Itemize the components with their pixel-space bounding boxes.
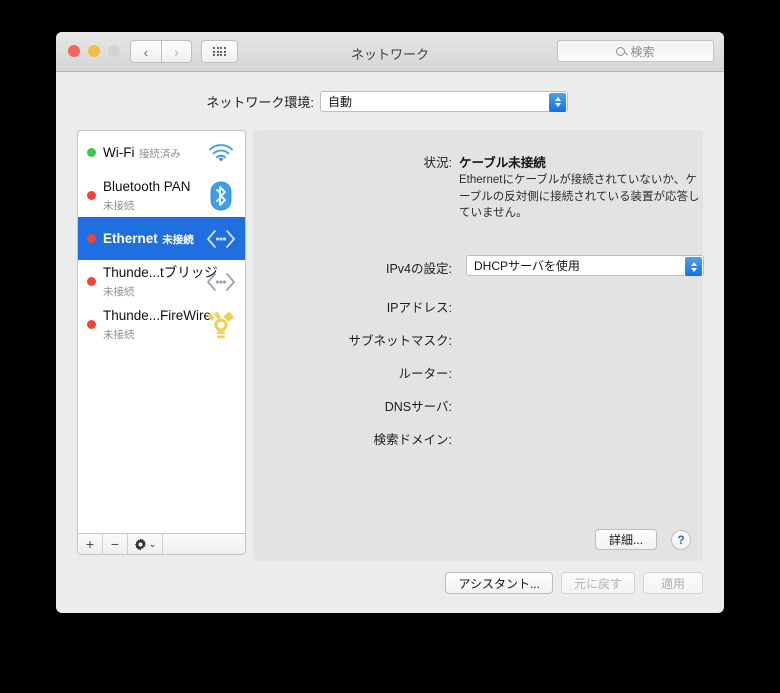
subnet-mask-row: サブネットマスク: [253,330,703,349]
chevron-updown-icon[interactable] [549,92,566,112]
status-dot-disconnected [87,277,96,286]
network-location-value: 自動 [328,94,353,109]
network-location-select[interactable]: 自動 [320,90,568,112]
status-value: ケーブル未接続 [459,156,546,170]
service-status: 未接続 [162,233,194,246]
service-text: Ethernet 未接続 [103,230,204,248]
service-detail-panel: 状況: ケーブル未接続 Ethernetにケーブルが接続されていないか、ケーブル… [253,130,704,561]
service-text: Thunde...tブリッジ 未接続 [103,264,218,300]
status-label: 状況: [423,156,452,170]
status-dot-disconnected [87,191,96,200]
service-list-toolbar: + − ⌄ [77,533,246,555]
search-domains-label: 検索ドメイン: [373,433,452,447]
remove-service-button[interactable]: − [103,534,128,554]
wifi-icon [204,138,238,168]
service-name: Wi-Fi [103,144,135,160]
add-service-button[interactable]: + [78,534,103,554]
ipv4-config-value: DHCPサーバを使用 [474,259,580,273]
advanced-button[interactable]: 詳細... [595,529,657,550]
service-text: Thunde...FireWire 未接続 [103,307,211,343]
sidebar-item-thunderbolt-firewire[interactable]: Thunde...FireWire 未接続 [78,303,245,346]
sidebar-item-bluetooth-pan[interactable]: Bluetooth PAN 未接続 [78,174,245,217]
help-button[interactable]: ? [671,530,691,550]
gear-icon [134,537,146,551]
toolbar-filler [163,534,245,554]
service-actions-button[interactable]: ⌄ [128,534,163,554]
service-name: Bluetooth PAN [103,178,191,194]
service-text: Wi-Fi 接続済み [103,144,204,162]
network-location-label: ネットワーク環境: [206,94,314,110]
service-status: 未接続 [103,199,135,212]
network-preferences-window: ‹ › ネットワーク 検索 ネットワーク環境: 自動 Wi-Fi 接続済み Bl… [56,32,724,613]
status-dot-disconnected [87,320,96,329]
firewire-icon [204,310,238,340]
service-status: 未接続 [103,285,135,298]
service-status: 接続済み [138,147,181,160]
ethernet-icon [204,224,238,254]
service-name: Thunde...FireWire [103,307,212,323]
assistant-button[interactable]: アシスタント... [445,572,553,594]
status-description: Ethernetにケーブルが接続されていないか、ケーブルの反対側に接続されている… [459,174,700,220]
dns-server-row: DNSサーバ: [253,396,703,415]
service-text: Bluetooth PAN 未接続 [103,178,204,214]
service-name: Thunde...tブリッジ [103,264,218,280]
titlebar: ‹ › ネットワーク 検索 [56,32,724,72]
status-row: 状況: ケーブル未接続 [253,152,703,171]
window-footer: アシスタント... 元に戻す 適用 [56,571,724,595]
chevron-updown-icon[interactable] [685,257,702,276]
subnet-mask-label: サブネットマスク: [348,334,452,348]
chevron-down-icon: ⌄ [148,538,157,549]
apply-button: 適用 [643,572,703,594]
sidebar-item-ethernet[interactable]: Ethernet 未接続 [78,217,245,260]
ip-address-row: IPアドレス: [253,297,703,316]
bluetooth-icon [204,181,238,211]
ipv4-config-label: IPv4の設定: [386,262,452,276]
service-status: 未接続 [103,328,135,341]
router-row: ルーター: [253,363,703,382]
search-placeholder: 検索 [630,44,655,59]
search-icon [616,46,626,56]
network-location-row: ネットワーク環境: 自動 [56,86,724,116]
network-service-list[interactable]: Wi-Fi 接続済み Bluetooth PAN 未接続 Ethernet 未接… [77,130,246,533]
sidebar-item-thunderbolt-bridge[interactable]: Thunde...tブリッジ 未接続 [78,260,245,303]
sidebar-item-wifi[interactable]: Wi-Fi 接続済み [78,131,245,174]
search-input[interactable]: 検索 [557,40,714,62]
status-dot-connected [87,148,96,157]
router-label: ルーター: [398,367,452,381]
ethernet-icon [204,267,238,297]
status-dot-disconnected [87,234,96,243]
revert-button: 元に戻す [560,572,635,594]
ip-address-label: IPアドレス: [386,301,452,315]
search-domains-row: 検索ドメイン: [253,429,703,448]
ipv4-config-select[interactable]: DHCPサーバを使用 [466,255,704,276]
service-name: Ethernet [103,230,158,246]
dns-server-label: DNSサーバ: [384,400,452,414]
